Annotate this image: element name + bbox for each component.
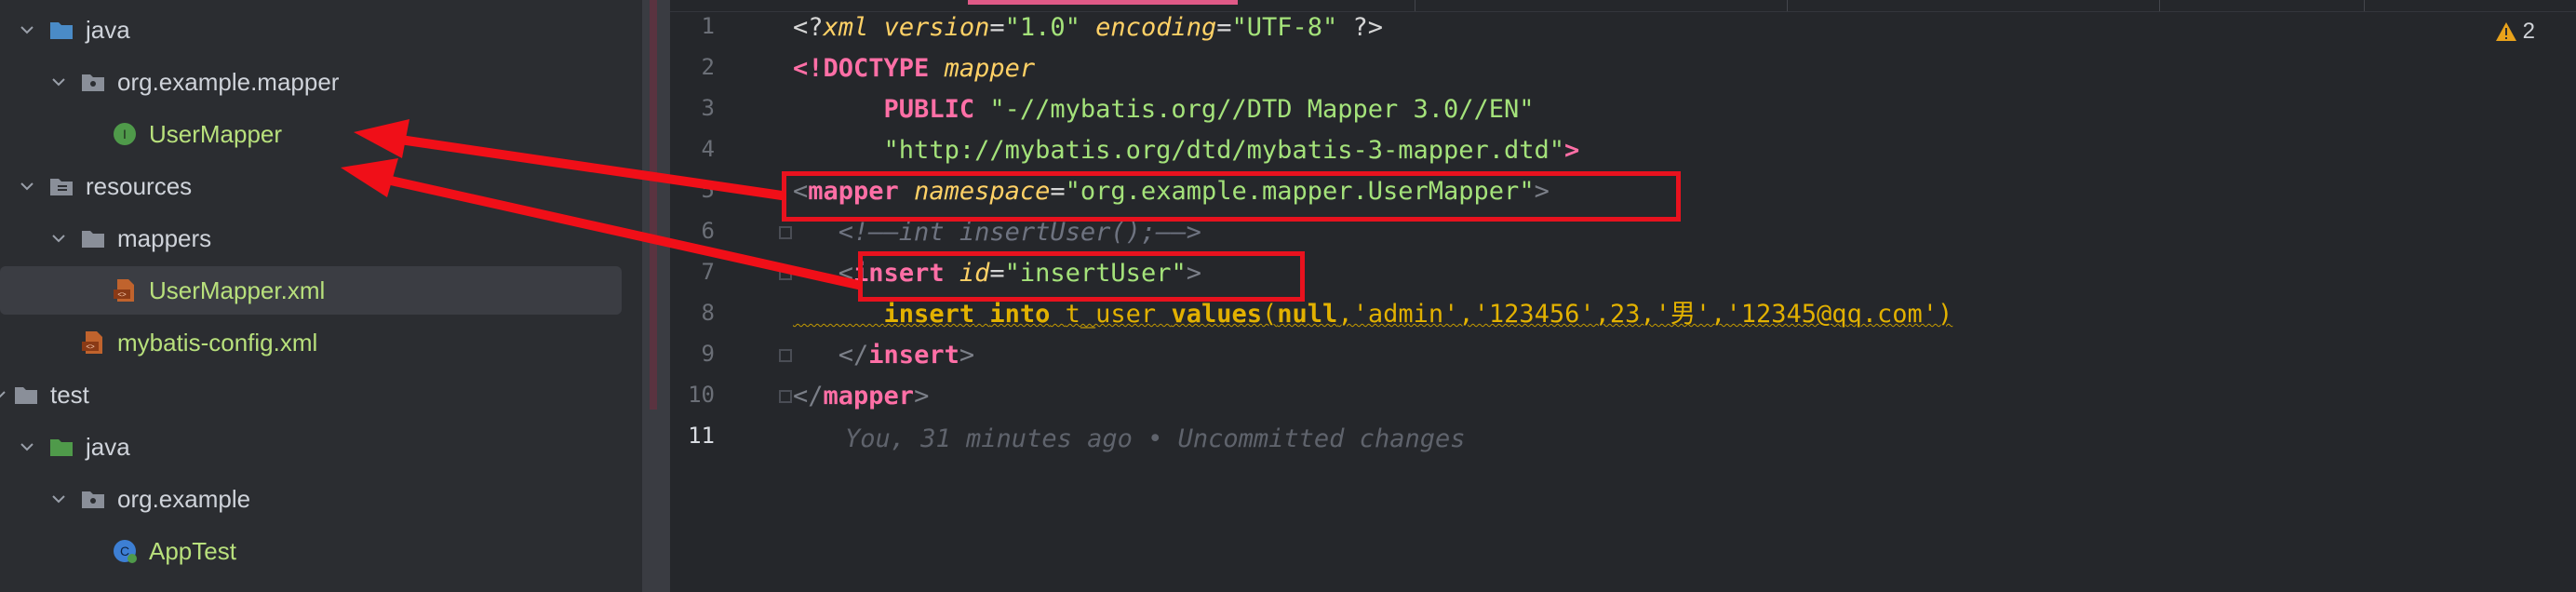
tree-item-label: org.example: [117, 484, 251, 513]
folder-icon: [50, 22, 73, 39]
chevron-down-icon[interactable]: [19, 178, 35, 195]
tree-item-test[interactable]: test: [0, 370, 622, 419]
interface-icon: I: [114, 123, 136, 145]
svg-text:<>: <>: [86, 343, 95, 351]
tree-item-label: java: [86, 15, 130, 44]
tree-item-label: resources: [86, 171, 193, 200]
line-number-gutter: 1 2 3 4 5 6 7 8 9 10 11: [670, 0, 784, 592]
tree-item-usermapper[interactable]: I UserMapper: [0, 110, 622, 158]
code-line-4: "http://mybatis.org/dtd/mybatis-3-mapper…: [883, 136, 1580, 165]
fold-marker-icon[interactable]: [776, 346, 795, 365]
code-line-2: <!DOCTYPE mapper: [793, 54, 1036, 83]
folder-icon: [82, 231, 104, 248]
project-tree: java org.example.mapper I UserMapper res…: [0, 0, 642, 592]
chevron-down-icon[interactable]: [50, 491, 67, 507]
tree-item-label: UserMapper.xml: [149, 276, 326, 304]
fold-marker-icon[interactable]: [776, 387, 795, 406]
code-line-3: PUBLIC "-//mybatis.org//DTD Mapper 3.0//…: [883, 95, 1535, 124]
insert-id-highlight: [858, 251, 1305, 302]
warning-icon: [2495, 22, 2516, 41]
active-tab-indicator: [968, 0, 1238, 5]
tree-item-resources[interactable]: resources: [0, 162, 622, 210]
resources-folder-icon: [50, 179, 73, 195]
tree-item-label: mappers: [117, 223, 212, 252]
line-number: 10: [688, 382, 715, 408]
code-line-8: insert into t_user values(null,'admin','…: [883, 300, 1953, 329]
tree-item-java-test[interactable]: java: [0, 423, 622, 471]
tree-item-org-example-mapper[interactable]: org.example.mapper: [0, 58, 622, 106]
svg-text:<>: <>: [117, 290, 127, 299]
line-number: 1: [701, 13, 715, 39]
git-blame-annotation: You, 31 minutes ago • Uncommitted change…: [845, 424, 1466, 453]
chevron-down-icon[interactable]: [0, 386, 7, 403]
tree-item-apptest[interactable]: C AppTest: [0, 527, 622, 575]
tree-item-label: UserMapper: [149, 119, 283, 148]
line-number: 8: [701, 300, 715, 326]
package-folder-icon: [82, 74, 104, 91]
tree-item-label: java: [86, 432, 130, 461]
xml-file-icon: <>: [114, 279, 134, 302]
line-number: 4: [701, 136, 715, 162]
warnings-indicator[interactable]: 2: [2495, 19, 2535, 45]
line-number: 6: [701, 218, 715, 244]
tree-item-label: org.example.mapper: [117, 67, 340, 96]
test-folder-icon: [50, 439, 73, 456]
line-number: 7: [701, 259, 715, 285]
line-number: 3: [701, 95, 715, 121]
line-number: 2: [701, 54, 715, 80]
tree-item-org-example[interactable]: org.example: [0, 475, 622, 523]
svg-text:C: C: [120, 544, 129, 558]
chevron-down-icon[interactable]: [50, 74, 67, 90]
code-editor[interactable]: 2 1 2 3 4 5 6 7 8 9 10 11 <?xml version=…: [670, 0, 2576, 592]
tree-item-mybatis-config-xml[interactable]: <> mybatis-config.xml: [0, 318, 622, 367]
code-line-1: <?xml version="1.0" encoding="UTF-8" ?>: [793, 13, 1384, 42]
folder-icon: [15, 387, 37, 404]
package-folder-icon: [82, 491, 104, 508]
tree-item-java[interactable]: java: [0, 6, 622, 54]
tree-item-label: mybatis-config.xml: [117, 328, 318, 357]
warnings-count: 2: [2522, 19, 2535, 44]
test-class-icon: C: [114, 540, 137, 563]
chevron-down-icon[interactable]: [19, 21, 35, 38]
sidebar-scrollbar[interactable]: [642, 0, 670, 592]
svg-text:I: I: [123, 127, 127, 141]
tree-item-usermapper-xml[interactable]: <> UserMapper.xml: [0, 266, 622, 315]
line-number-current: 11: [688, 423, 715, 449]
chevron-down-icon[interactable]: [19, 438, 35, 455]
code-line-9: </insert>: [838, 341, 975, 370]
code-line-10: </mapper>: [793, 382, 930, 410]
tree-item-label: test: [50, 380, 89, 409]
tree-item-label: AppTest: [149, 536, 236, 565]
tree-item-mappers[interactable]: mappers: [0, 214, 622, 262]
fold-marker-icon[interactable]: [776, 223, 795, 242]
chevron-down-icon[interactable]: [50, 230, 67, 247]
line-number: 5: [701, 177, 715, 203]
xml-file-icon: <>: [82, 331, 102, 354]
mapper-namespace-highlight: [782, 171, 1681, 222]
line-number: 9: [701, 341, 715, 367]
fold-marker-icon[interactable]: [776, 264, 795, 283]
